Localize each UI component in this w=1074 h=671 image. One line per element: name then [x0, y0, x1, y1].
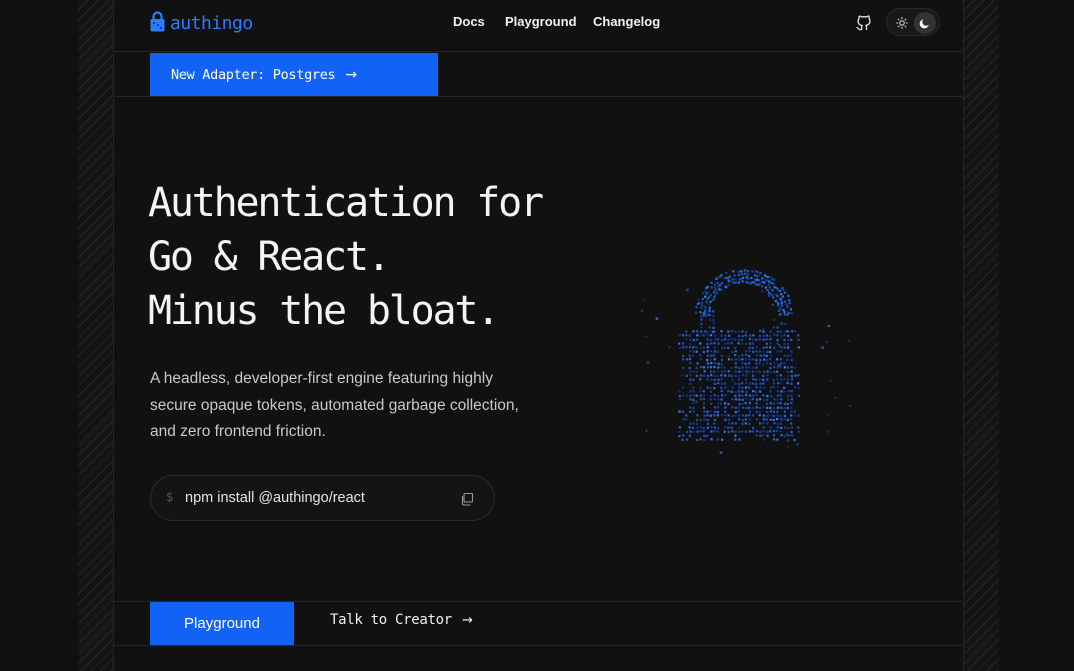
lock-illustration — [630, 262, 860, 462]
install-command: npm install @authingo/react — [185, 490, 365, 506]
light-mode-button[interactable] — [891, 12, 913, 34]
nav-changelog[interactable]: Changelog — [593, 14, 660, 29]
hero-title-line-3: Minus the bloat. — [148, 288, 500, 334]
sun-icon — [896, 14, 908, 33]
theme-toggle — [886, 8, 940, 36]
nav-docs[interactable]: Docs — [453, 14, 485, 29]
copy-icon — [460, 491, 474, 510]
lock-icon — [150, 11, 165, 36]
dark-mode-button[interactable] — [914, 12, 936, 34]
hero-description: A headless, developer-first engine featu… — [150, 370, 519, 440]
hero-title-line-2: Go & React. — [148, 234, 391, 280]
talk-to-creator-label: Talk to Creator — [330, 612, 452, 628]
nav-playground[interactable]: Playground — [505, 14, 577, 29]
github-button[interactable] — [855, 14, 873, 32]
header-divider — [114, 51, 963, 52]
announcement-divider — [114, 96, 963, 97]
arrow-right-icon: → — [461, 612, 473, 628]
announcement-label: New Adapter: Postgres — [171, 66, 336, 83]
brand-logo[interactable]: authingo — [150, 11, 253, 36]
talk-to-creator-link[interactable]: Talk to Creator → — [330, 612, 473, 628]
announcement-banner[interactable]: New Adapter: Postgres → — [150, 53, 438, 96]
cta-divider-bottom — [114, 645, 963, 646]
hero-title: Authentication for Go & React. Minus the… — [148, 176, 544, 338]
terminal-prompt: $ — [166, 490, 174, 504]
install-command-box: $ npm install @authingo/react — [150, 475, 495, 521]
github-icon — [855, 15, 873, 36]
playground-button[interactable]: Playground — [150, 602, 294, 645]
brand-name: authingo — [170, 13, 253, 34]
arrow-right-icon: → — [345, 66, 358, 83]
right-decorative-rail — [963, 0, 999, 671]
moon-icon — [919, 14, 931, 33]
hero-title-line-1: Authentication for — [148, 180, 544, 226]
copy-button[interactable] — [460, 491, 476, 507]
left-decorative-rail — [78, 0, 114, 671]
